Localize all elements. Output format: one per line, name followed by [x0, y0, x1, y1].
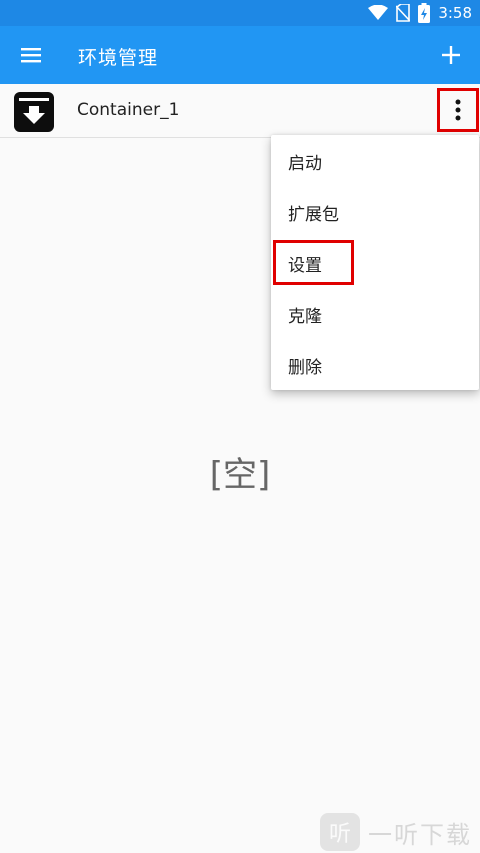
- container-list-item[interactable]: Container_1: [0, 84, 480, 138]
- menu-item-clone[interactable]: 克隆: [271, 288, 479, 339]
- more-vert-icon: [455, 99, 461, 121]
- status-time: 3:58: [438, 4, 472, 22]
- watermark-logo: 听: [320, 813, 360, 851]
- add-container-button[interactable]: [432, 36, 470, 74]
- watermark: 听 一听下载: [320, 812, 480, 852]
- menu-item-delete[interactable]: 删除: [271, 339, 479, 390]
- empty-state-text: [空]: [209, 455, 271, 495]
- menu-item-label: 启动: [288, 154, 322, 174]
- hamburger-menu-icon: [21, 48, 41, 63]
- battery-charging-icon: [418, 3, 431, 23]
- menu-item-label: 设置: [288, 256, 322, 276]
- menu-item-settings[interactable]: 设置: [271, 237, 479, 288]
- menu-item-label: 克隆: [288, 307, 322, 327]
- container-popup-menu: 启动 扩展包 设置 克隆 删除: [271, 135, 479, 390]
- menu-item-extension-pack[interactable]: 扩展包: [271, 186, 479, 237]
- wifi-icon: [368, 5, 389, 20]
- menu-item-label: 删除: [288, 358, 322, 378]
- archive-download-icon: [14, 92, 54, 132]
- menu-item-label: 扩展包: [288, 205, 339, 225]
- hamburger-menu-button[interactable]: [12, 36, 50, 74]
- plus-icon: [442, 46, 460, 64]
- status-icons: 3:58: [368, 3, 472, 23]
- page-title: 环境管理: [78, 47, 159, 69]
- no-sim-icon: [396, 4, 411, 22]
- more-options-button[interactable]: [437, 88, 479, 132]
- app-bar: 环境管理: [0, 26, 480, 84]
- status-bar: 3:58: [0, 0, 480, 26]
- watermark-text: 一听下载: [368, 820, 472, 849]
- container-name: Container_1: [77, 100, 180, 120]
- menu-item-start[interactable]: 启动: [271, 135, 479, 186]
